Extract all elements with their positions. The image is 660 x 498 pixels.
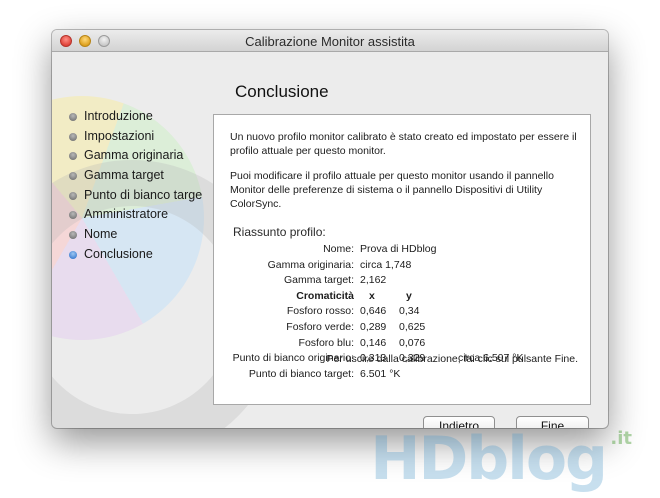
summary-value-y: 0,625 xyxy=(399,320,426,333)
summary-value-y: 0,076 xyxy=(399,336,426,349)
summary-row-white-target: Punto di bianco target: 6.501 °K xyxy=(214,367,590,383)
summary-label: Nome: xyxy=(323,243,354,255)
conclusion-panel: Un nuovo profilo monitor calibrato è sta… xyxy=(213,114,591,405)
summary-label: Gamma target: xyxy=(283,274,354,287)
summary-row-phosphor-red: Fosforo rosso: 0,646 0,34 xyxy=(214,304,590,320)
step-label: Gamma originaria xyxy=(84,148,184,163)
info-paragraph-1: Un nuovo profilo monitor calibrato è sta… xyxy=(230,131,577,157)
summary-value: 2,162 xyxy=(360,274,387,287)
window-title: Calibrazione Monitor assistita xyxy=(245,34,415,49)
summary-row-phosphor-green: Fosforo verde: 0,289 0,625 xyxy=(214,320,590,336)
step-bullet-icon xyxy=(69,113,77,121)
summary-row-phosphor-blue: Fosforo blu: 0,146 0,076 xyxy=(214,336,590,352)
step-bullet-icon xyxy=(69,231,77,240)
step-bullet-icon xyxy=(69,211,77,220)
summary-value: 6.501 °K xyxy=(360,367,401,380)
step-bullet-icon xyxy=(69,132,77,141)
step-label: Punto di bianco targe xyxy=(84,187,203,202)
step-label: Gamma target xyxy=(84,168,164,183)
step-gamma-target: Gamma target xyxy=(69,166,202,186)
watermark-logo: HDblog .it xyxy=(332,410,632,494)
window-content: Introduzione Impostazioni Gamma originar… xyxy=(52,52,608,428)
summary-row-gamma-target: Gamma target: 2,162 xyxy=(214,273,590,289)
summary-row-name: Nome: Prova di HDblog xyxy=(214,242,590,258)
step-label: Impostazioni xyxy=(84,128,155,143)
step-label: Amministratore xyxy=(84,207,169,222)
column-header-y: y xyxy=(406,289,412,302)
exit-instructions: Per uscire dalla calibrazione, fai clic … xyxy=(326,353,578,365)
step-label: Conclusione xyxy=(84,246,153,261)
summary-label: Fosforo verde: xyxy=(286,320,354,333)
summary-label: Punto di bianco target: xyxy=(248,367,354,380)
info-paragraph-2: Puoi modificare il profilo attuale per q… xyxy=(230,170,554,210)
summary-row-chromaticity-header: Cromaticità x y xyxy=(214,289,590,305)
summary-label: Fosforo blu: xyxy=(298,336,354,349)
step-nome: Nome xyxy=(69,225,202,245)
title-bar: Calibrazione Monitor assistita xyxy=(52,30,608,52)
page-heading: Conclusione xyxy=(235,82,329,101)
step-impostazioni: Impostazioni xyxy=(69,127,202,147)
step-bullet-icon xyxy=(69,152,77,161)
column-header-x: x xyxy=(369,289,375,302)
step-introduzione: Introduzione xyxy=(69,107,202,127)
summary-label: Gamma originaria: xyxy=(267,258,354,271)
summary-heading: Riassunto profilo: xyxy=(233,225,326,239)
summary-value-y: 0,34 xyxy=(399,305,420,318)
summary-value-x: 0,289 xyxy=(360,320,387,333)
step-label: Nome xyxy=(84,227,118,242)
step-amministratore: Amministratore xyxy=(69,205,202,225)
step-gamma-originaria: Gamma originaria xyxy=(69,146,202,166)
step-label: Introduzione xyxy=(84,109,153,123)
summary-value-x: 0,646 xyxy=(360,305,387,318)
step-bullet-active-icon xyxy=(69,250,77,259)
summary-label: Cromaticità xyxy=(296,289,354,302)
summary-label: Fosforo rosso: xyxy=(286,305,354,318)
step-bullet-icon xyxy=(69,191,77,200)
summary-value-x: 0,146 xyxy=(360,336,387,349)
watermark-text: HDblog xyxy=(370,424,608,494)
step-punto-di-bianco-target: Punto di bianco targe xyxy=(69,186,202,206)
steps-list: Introduzione Impostazioni Gamma originar… xyxy=(69,107,202,265)
summary-value: Prova di HDblog xyxy=(360,243,437,255)
step-conclusione: Conclusione xyxy=(69,245,202,265)
summary-value: circa 1,748 xyxy=(360,258,412,271)
summary-row-gamma-original: Gamma originaria: circa 1,748 xyxy=(214,258,590,274)
calibration-window: Calibrazione Monitor assistita Introduzi… xyxy=(52,30,608,428)
watermark-suffix: .it xyxy=(610,428,632,449)
step-bullet-icon xyxy=(69,172,77,181)
